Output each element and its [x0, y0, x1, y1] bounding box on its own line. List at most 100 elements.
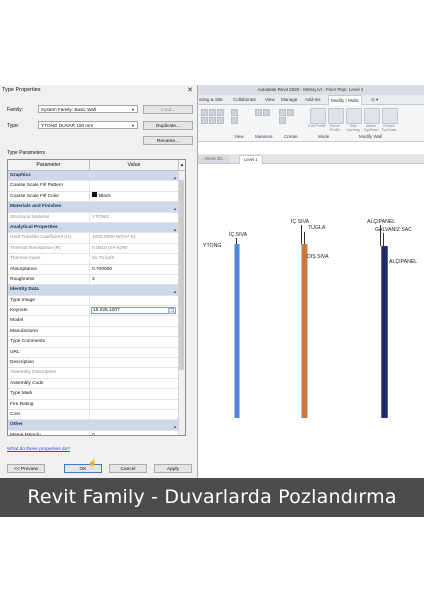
parameter-value[interactable]: [89, 399, 177, 409]
modify-tool-icon[interactable]: [209, 109, 216, 116]
browse-button[interactable]: …: [168, 308, 174, 315]
parameter-row[interactable]: Coarse Scale Fill Pattern: [8, 181, 178, 192]
family-select[interactable]: System Family: Basic Wall ▼: [38, 105, 138, 113]
parameter-name: Structural Material: [10, 214, 49, 220]
parameter-value[interactable]: [89, 181, 177, 191]
modify-tool-icon[interactable]: [201, 117, 208, 124]
parameter-row[interactable]: Type Image: [8, 295, 178, 307]
ribbon-tab-modify-walls[interactable]: Modify | Walls: [328, 95, 362, 105]
parameter-value[interactable]: [89, 316, 177, 326]
parameter-value[interactable]: [89, 389, 177, 399]
group-name: Graphics: [10, 173, 31, 178]
parameter-value[interactable]: [89, 378, 177, 389]
label-alcipanel-right: ALÇIPANEL: [389, 259, 418, 265]
parameter-group-header[interactable]: Identity Data ▴: [8, 285, 178, 296]
create-tool-icon[interactable]: [279, 117, 286, 124]
attach-top-base-icon[interactable]: [364, 108, 380, 124]
scrollbar-thumb[interactable]: [179, 180, 184, 370]
parameter-name: Model: [10, 318, 24, 324]
view-tool-icon[interactable]: [231, 117, 238, 124]
load-button[interactable]: Load...: [143, 105, 193, 114]
parameter-value[interactable]: 15.225.1007 …: [89, 306, 177, 316]
parameter-group-header[interactable]: Graphics ▴: [8, 171, 178, 182]
column-header-parameter[interactable]: Parameter: [8, 160, 90, 170]
parameter-value[interactable]: [89, 326, 177, 337]
drawing-canvas[interactable]: YTONG İÇ SIVA İÇ SIVA TUGLA DIŞ SIVA ALÇ…: [197, 164, 424, 478]
view-tool-icon[interactable]: [231, 109, 238, 116]
parameter-row[interactable]: Assembly Code: [8, 378, 178, 390]
measure-tool-icon[interactable]: [263, 109, 270, 116]
view-tab-level-1[interactable]: Level 1: [239, 155, 263, 164]
modify-tool-icon[interactable]: [209, 117, 216, 124]
parameter-row[interactable]: Type Comments: [8, 337, 178, 348]
parameter-row[interactable]: URL: [8, 347, 178, 359]
type-select[interactable]: YTONG DUVAR 150 mm ▼: [38, 121, 138, 129]
parameter-name: Absorptance: [10, 266, 37, 272]
parameter-value[interactable]: Black: [89, 191, 177, 202]
reset-profile-icon[interactable]: [328, 108, 344, 124]
keynote-input[interactable]: 15.225.1007 …: [91, 307, 176, 315]
duplicate-button[interactable]: Duplicate...: [143, 121, 193, 130]
tugla-wall[interactable]: [301, 244, 308, 418]
parameter-row[interactable]: Coarse Scale Fill Color Black: [8, 191, 178, 203]
parameter-row[interactable]: Roughness 3: [8, 274, 178, 286]
parameter-row[interactable]: Manufacturer: [8, 326, 178, 338]
modify-tool-icon[interactable]: [217, 117, 224, 124]
scroll-up-icon[interactable]: ▴: [179, 160, 185, 170]
apply-button[interactable]: Apply: [154, 464, 192, 473]
modify-tool-icon[interactable]: [201, 109, 208, 116]
view-tab-3d[interactable]: ...Views 3D...: [197, 155, 230, 163]
parameter-value[interactable]: [89, 337, 177, 347]
ribbon-tab-massing[interactable]: ssing & Site: [199, 95, 223, 104]
parameter-row[interactable]: Fire Rating: [8, 399, 178, 410]
rename-button[interactable]: Rename...: [143, 136, 193, 145]
parameter-row[interactable]: Cost: [8, 409, 178, 421]
label-alcipanel-top: ALÇIPANEL: [367, 219, 396, 225]
parameter-row[interactable]: Assembly Description: [8, 368, 178, 379]
parameter-name: Type Comments: [10, 339, 45, 345]
cancel-button[interactable]: Cancel: [109, 464, 147, 473]
edit-profile-icon[interactable]: [310, 108, 326, 124]
parameter-value[interactable]: [89, 347, 177, 358]
measure-tool-icon[interactable]: [255, 109, 262, 116]
parameter-value: 0.0010 (m²·K)/W: [89, 243, 177, 254]
wall-opening-icon[interactable]: [346, 108, 362, 124]
ribbon-tab-collaborate[interactable]: Collaborate: [233, 95, 256, 104]
ribbon-tab-addins[interactable]: Add-Ins: [305, 95, 321, 104]
parameter-value[interactable]: 3: [89, 274, 177, 285]
parameter-row[interactable]: Structural Material YTONG: [8, 212, 178, 223]
parameter-value[interactable]: [89, 358, 177, 368]
ribbon-tab-manage[interactable]: Manage: [281, 95, 297, 104]
parameter-row[interactable]: Heat Transfer Coefficient (U) 1000.0000 W…: [8, 233, 178, 244]
parameter-row[interactable]: Model: [8, 316, 178, 327]
help-link[interactable]: What do these properties do?: [7, 447, 70, 452]
ribbon-group-view: View: [234, 134, 244, 139]
parameter-name: Assembly Description: [10, 370, 57, 376]
parameter-row[interactable]: Keynote 15.225.1007…: [8, 306, 178, 317]
parameter-row[interactable]: Description: [8, 358, 178, 369]
ribbon-tab-view[interactable]: View: [265, 95, 275, 104]
parameter-group-header[interactable]: Other ▴: [8, 420, 178, 431]
parameter-row[interactable]: Type Mark: [8, 389, 178, 400]
parameter-row[interactable]: Metraj Metodu 0: [8, 430, 178, 435]
column-header-value[interactable]: Value: [90, 160, 179, 170]
parameter-value[interactable]: 0.700000: [89, 264, 177, 274]
detach-top-base-icon[interactable]: [382, 108, 398, 124]
modify-tool-icon[interactable]: [217, 109, 224, 116]
parameter-row[interactable]: Absorptance 0.700000: [8, 264, 178, 275]
ytong-wall[interactable]: [234, 244, 240, 418]
parameter-row[interactable]: Thermal mass 51.75 kJ/K: [8, 254, 178, 265]
parameter-value[interactable]: [89, 409, 177, 420]
parameter-group-header[interactable]: Materials and Finishes ▴: [8, 202, 178, 213]
parameter-row[interactable]: Thermal Resistance (R) 0.0010 (m²·K)/W: [8, 243, 178, 255]
parameter-group-header[interactable]: Analytical Properties ▴: [8, 222, 178, 234]
create-tool-icon[interactable]: [287, 109, 294, 116]
close-icon[interactable]: ✕: [187, 86, 193, 94]
create-tool-icon[interactable]: [279, 109, 286, 116]
parameter-value[interactable]: 0: [89, 430, 177, 435]
ribbon-tab-extra[interactable]: ⊙ ▾: [371, 95, 378, 104]
alcipanel-wall[interactable]: [381, 246, 388, 418]
preview-button[interactable]: << Preview: [7, 464, 45, 473]
parameter-value[interactable]: [89, 295, 177, 306]
keynote-value: 15.225.1007: [93, 308, 120, 314]
